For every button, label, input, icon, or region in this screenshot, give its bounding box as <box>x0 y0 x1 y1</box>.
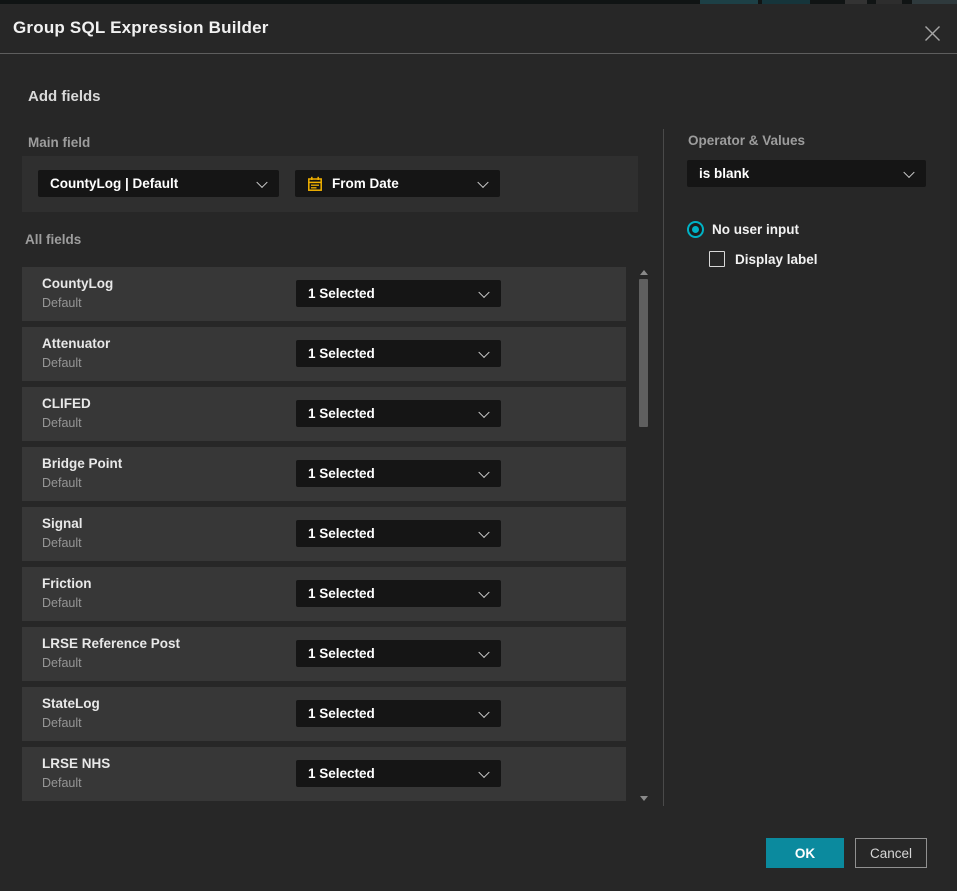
dropdown-value: 1 Selected <box>308 526 375 541</box>
chevron-down-icon <box>477 176 488 187</box>
field-row: LRSE NHS Default 1 Selected <box>22 747 626 801</box>
field-name: Friction <box>42 576 92 591</box>
no-user-input-radio[interactable]: No user input <box>687 221 799 238</box>
dropdown-value: 1 Selected <box>308 406 375 421</box>
field-sublabel: Default <box>42 656 82 670</box>
radio-dot <box>692 226 699 233</box>
field-selection-dropdown[interactable]: 1 Selected <box>296 340 501 367</box>
dialog-title: Group SQL Expression Builder <box>13 18 269 38</box>
radio-label: No user input <box>712 222 799 237</box>
field-selection-dropdown[interactable]: 1 Selected <box>296 520 501 547</box>
field-selection-dropdown[interactable]: 1 Selected <box>296 700 501 727</box>
panel-divider <box>663 129 664 806</box>
field-row: CLIFED Default 1 Selected <box>22 387 626 441</box>
field-name: CLIFED <box>42 396 91 411</box>
field-selection-dropdown[interactable]: 1 Selected <box>296 400 501 427</box>
layer-select-dropdown[interactable]: CountyLog | Default <box>38 170 279 197</box>
dropdown-value: CountyLog | Default <box>50 176 178 191</box>
chevron-down-icon <box>478 706 489 717</box>
chevron-down-icon <box>478 646 489 657</box>
field-name: CountyLog <box>42 276 113 291</box>
field-sublabel: Default <box>42 296 82 310</box>
group-sql-expression-builder-dialog: Group SQL Expression Builder Add fields … <box>0 4 957 891</box>
main-field-label: Main field <box>28 135 90 150</box>
chevron-down-icon <box>478 466 489 477</box>
field-name: LRSE NHS <box>42 756 110 771</box>
dropdown-value: is blank <box>699 166 749 181</box>
dialog-header: Group SQL Expression Builder <box>0 4 957 54</box>
field-sublabel: Default <box>42 416 82 430</box>
field-sublabel: Default <box>42 476 82 490</box>
dropdown-value: 1 Selected <box>308 706 375 721</box>
field-sublabel: Default <box>42 776 82 790</box>
field-name: StateLog <box>42 696 100 711</box>
checkbox-unchecked-icon <box>709 251 725 267</box>
field-row: Signal Default 1 Selected <box>22 507 626 561</box>
dropdown-value: 1 Selected <box>308 346 375 361</box>
cancel-button[interactable]: Cancel <box>855 838 927 868</box>
chevron-down-icon <box>256 176 267 187</box>
dropdown-value: 1 Selected <box>308 586 375 601</box>
field-row: Attenuator Default 1 Selected <box>22 327 626 381</box>
scrollbar[interactable] <box>638 267 650 804</box>
chevron-down-icon <box>478 526 489 537</box>
dropdown-value: From Date <box>332 176 399 191</box>
checkbox-label: Display label <box>735 252 818 267</box>
field-selection-dropdown[interactable]: 1 Selected <box>296 640 501 667</box>
scrollbar-thumb[interactable] <box>639 279 648 427</box>
chevron-down-icon <box>478 346 489 357</box>
field-sublabel: Default <box>42 356 82 370</box>
all-fields-list: CountyLog Default 1 Selected Attenuator … <box>22 267 626 807</box>
field-selection-dropdown[interactable]: 1 Selected <box>296 580 501 607</box>
field-name: Bridge Point <box>42 456 122 471</box>
field-sublabel: Default <box>42 536 82 550</box>
field-name: LRSE Reference Post <box>42 636 180 651</box>
chevron-down-icon <box>478 406 489 417</box>
operator-values-label: Operator & Values <box>688 133 805 148</box>
chevron-down-icon <box>478 766 489 777</box>
close-button[interactable] <box>919 20 945 46</box>
dropdown-value: 1 Selected <box>308 766 375 781</box>
field-sublabel: Default <box>42 596 82 610</box>
field-sublabel: Default <box>42 716 82 730</box>
dropdown-value: 1 Selected <box>308 646 375 661</box>
all-fields-label: All fields <box>25 232 81 247</box>
section-title: Add fields <box>28 88 101 105</box>
operator-dropdown[interactable]: is blank <box>687 160 926 187</box>
radio-selected-icon <box>687 221 704 238</box>
field-name: Attenuator <box>42 336 110 351</box>
field-name: Signal <box>42 516 83 531</box>
field-row: StateLog Default 1 Selected <box>22 687 626 741</box>
field-selection-dropdown[interactable]: 1 Selected <box>296 280 501 307</box>
chevron-down-icon <box>903 166 914 177</box>
scroll-down-icon[interactable] <box>640 796 648 801</box>
scroll-up-icon[interactable] <box>640 270 648 275</box>
field-selection-dropdown[interactable]: 1 Selected <box>296 760 501 787</box>
field-row: Bridge Point Default 1 Selected <box>22 447 626 501</box>
display-label-checkbox[interactable]: Display label <box>709 251 818 267</box>
main-field-panel: CountyLog | Default From Date <box>22 156 638 212</box>
dropdown-value: 1 Selected <box>308 286 375 301</box>
field-selection-dropdown[interactable]: 1 Selected <box>296 460 501 487</box>
field-row: Friction Default 1 Selected <box>22 567 626 621</box>
calendar-icon <box>307 176 323 192</box>
chevron-down-icon <box>478 286 489 297</box>
ok-button[interactable]: OK <box>766 838 844 868</box>
dropdown-value: 1 Selected <box>308 466 375 481</box>
field-select-dropdown[interactable]: From Date <box>295 170 500 197</box>
field-row: LRSE Reference Post Default 1 Selected <box>22 627 626 681</box>
chevron-down-icon <box>478 586 489 597</box>
close-icon <box>924 25 941 42</box>
screen: Group SQL Expression Builder Add fields … <box>0 0 957 891</box>
field-row: CountyLog Default 1 Selected <box>22 267 626 321</box>
